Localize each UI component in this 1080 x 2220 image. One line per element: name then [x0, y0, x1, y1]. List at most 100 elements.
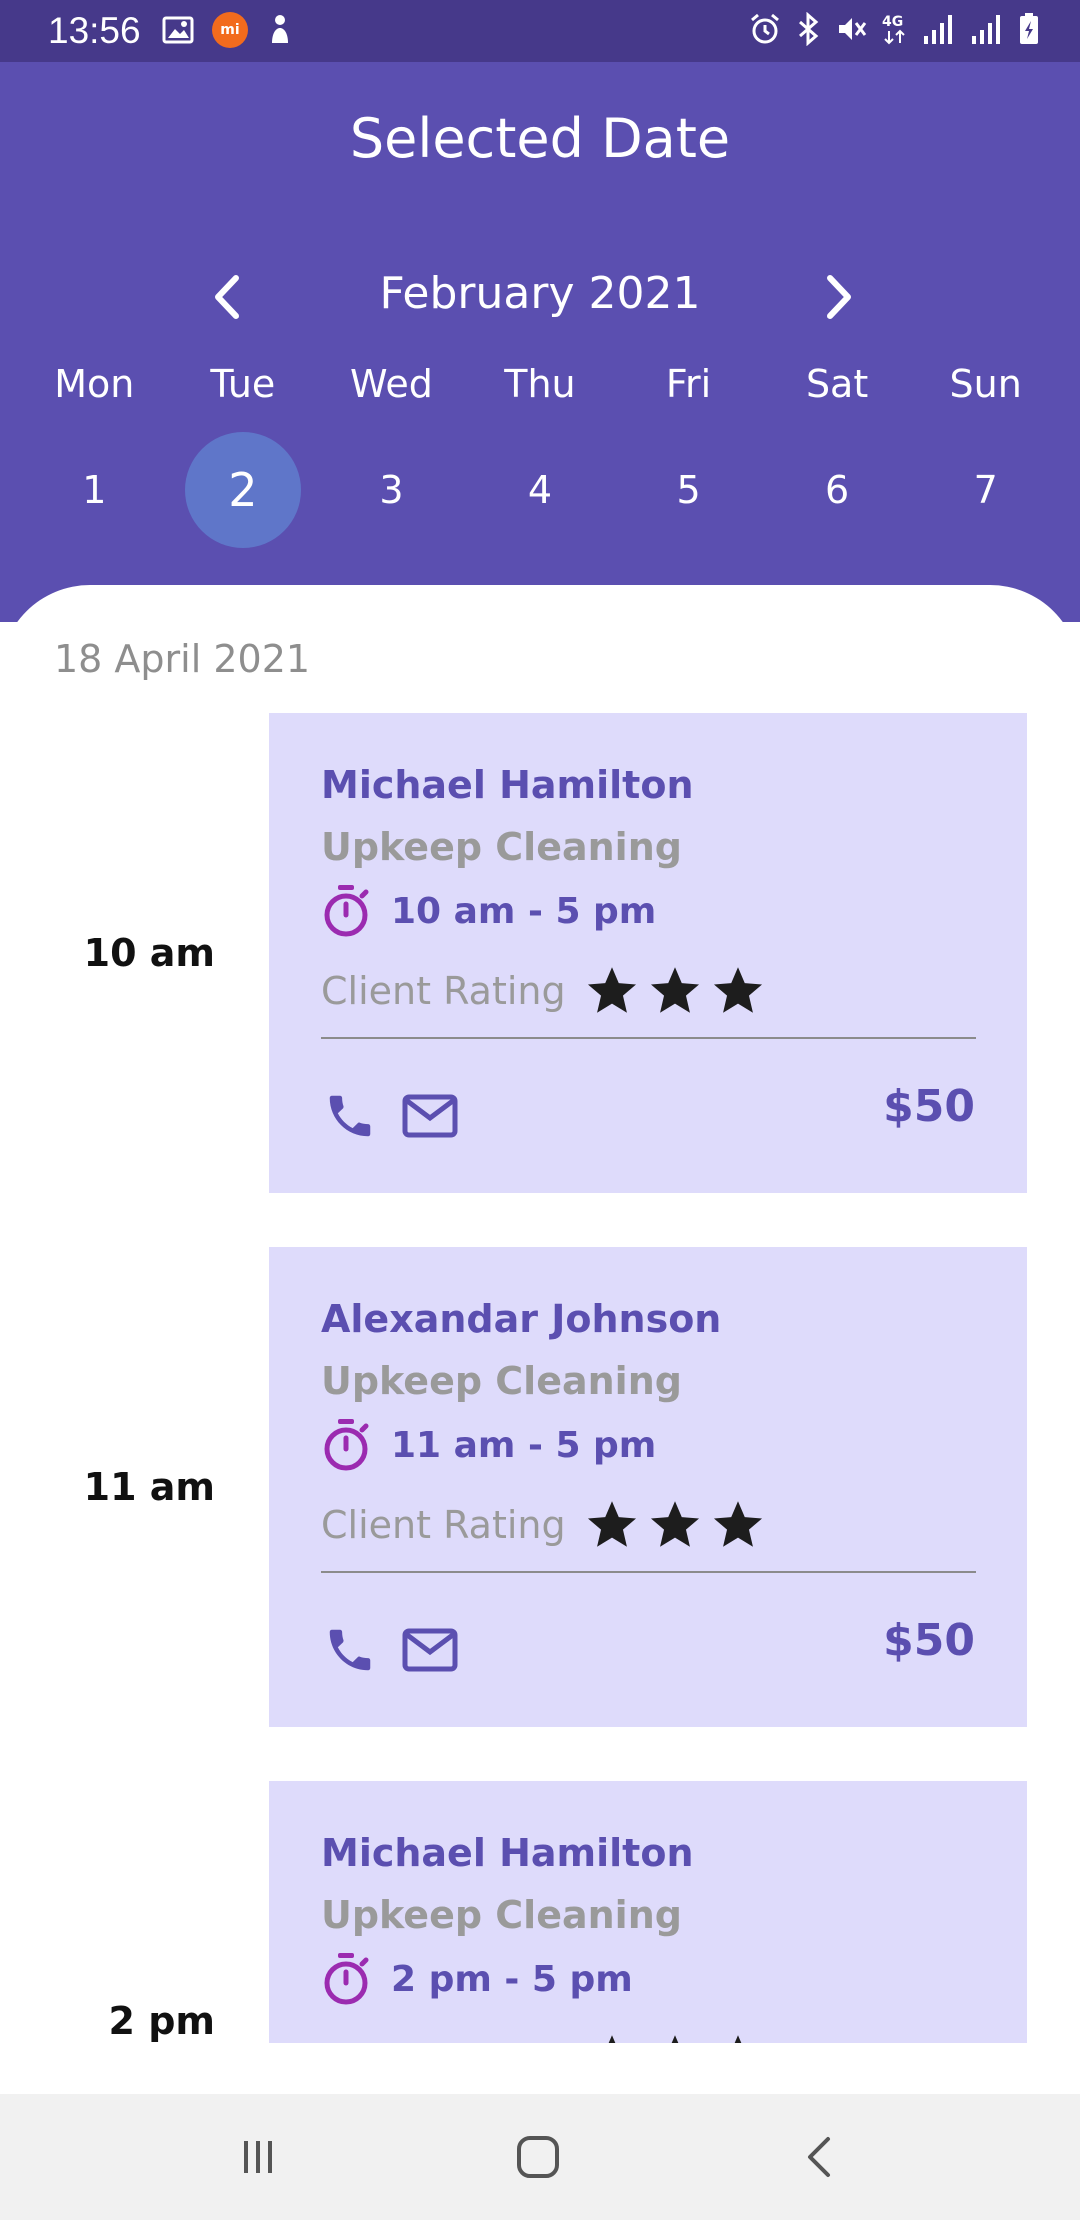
hours-row: 2 pm - 5 pm [321, 1951, 633, 2007]
star-icon [650, 1501, 699, 1547]
status-right-icons: 4G [748, 12, 1040, 46]
appointment-price: $50 [883, 1081, 975, 1132]
day-button[interactable]: 5 [631, 432, 747, 548]
hours-row: 11 am - 5 pm [321, 1417, 656, 1473]
day-button[interactable]: 7 [928, 432, 1044, 548]
email-button[interactable] [401, 1087, 459, 1145]
appointment-row: 10 am Michael Hamilton Upkeep Cleaning 1… [0, 713, 1080, 1193]
email-button[interactable] [401, 1621, 459, 1679]
weekday-label: Wed [349, 362, 433, 406]
appointment-card[interactable]: Alexandar Johnson Upkeep Cleaning 11 am … [269, 1247, 1027, 1727]
appointment-row: 2 pm Michael Hamilton Upkeep Cleaning 2 … [0, 1781, 1080, 2043]
next-month-button[interactable] [803, 262, 873, 332]
day-button[interactable]: 6 [779, 432, 895, 548]
star-icon [650, 967, 699, 1013]
contact-actions [321, 1087, 459, 1145]
timer-icon [324, 885, 369, 937]
timer-icon [324, 1419, 369, 1471]
star-icon [713, 967, 762, 1013]
client-name: Alexandar Johnson [321, 1297, 722, 1341]
appointment-time: 11 am [83, 1465, 215, 1509]
appointment-card[interactable]: Michael Hamilton Upkeep Cleaning 2 pm - … [269, 1781, 1027, 2043]
page-title: Selected Date [349, 107, 731, 170]
phone-icon [329, 1095, 371, 1137]
home-icon [517, 2136, 559, 2178]
appointment-card[interactable]: Michael Hamilton Upkeep Cleaning 10 am -… [269, 713, 1027, 1193]
weekday-label: Fri [665, 362, 712, 406]
day-button[interactable]: 1 [36, 432, 152, 548]
recent-apps-icon [244, 2141, 272, 2173]
appointment-hours: 11 am - 5 pm [391, 1424, 657, 1466]
status-bar: 13:56 mi 4G [0, 0, 1080, 62]
signal-icon [972, 15, 1000, 44]
star-icon [587, 967, 636, 1013]
month-navigator: February 2021 [0, 262, 1080, 332]
hours-row: 10 am - 5 pm [321, 883, 656, 939]
appointment-time: 10 am [83, 931, 215, 975]
back-icon [808, 2137, 830, 2177]
star-icon [734, 2035, 741, 2043]
chevron-right-icon [827, 275, 851, 319]
mail-icon [402, 1094, 458, 1138]
phone-icon [329, 1629, 371, 1671]
card-divider [321, 1571, 976, 1573]
star-icon [587, 1501, 636, 1547]
service-name: Upkeep Cleaning [321, 1359, 682, 1403]
day-column: Fri 5 [614, 362, 763, 548]
rating-label: Client Rating [321, 969, 566, 1013]
home-button[interactable] [508, 2127, 568, 2187]
client-rating: Client Rating [321, 1497, 773, 1553]
star-icon [671, 2035, 678, 2043]
system-nav-bar [0, 2094, 1080, 2220]
mute-icon [839, 18, 867, 40]
service-name: Upkeep Cleaning [321, 1893, 682, 1937]
schedule-sheet[interactable]: 18 April 2021 10 am Michael Hamilton Upk… [0, 585, 1080, 2095]
svg-text:4G: 4G [882, 14, 903, 30]
rating-label: Client Rating [321, 1503, 566, 1547]
4g-icon: 4G [882, 14, 905, 45]
weekday-label: Mon [54, 362, 135, 406]
rating-label: Client Rating [321, 2037, 566, 2043]
day-button[interactable]: 4 [482, 432, 598, 548]
mail-icon [402, 1628, 458, 1672]
week-strip: Mon 1 Tue 2 Wed 3 Thu 4 Fri 5 Sat 6 Sun … [20, 362, 1060, 548]
day-column: Sat 6 [763, 362, 912, 548]
appointment-hours: 10 am - 5 pm [391, 890, 657, 932]
day-column: Mon 1 [20, 362, 169, 548]
day-column: Wed 3 [317, 362, 466, 548]
appointment-row: 11 am Alexandar Johnson Upkeep Cleaning … [0, 1247, 1080, 1727]
signal-icon [924, 15, 952, 44]
day-column: Sun 7 [911, 362, 1060, 548]
call-button[interactable] [321, 1621, 379, 1679]
schedule-date-heading: 18 April 2021 [54, 637, 311, 681]
day-column: Tue 2 [169, 362, 318, 548]
mi-icon: mi [212, 12, 248, 48]
status-left-icons: mi [162, 12, 294, 48]
client-rating: Client Rating [321, 963, 773, 1019]
mi-label: mi [220, 22, 240, 38]
client-rating: Client Rating [321, 2031, 773, 2043]
battery-charging-icon [1020, 13, 1038, 44]
service-name: Upkeep Cleaning [321, 825, 682, 869]
appointment-price: $50 [883, 1615, 975, 1666]
timer-icon [324, 1953, 369, 2005]
call-button[interactable] [321, 1087, 379, 1145]
card-divider [321, 1037, 976, 1039]
appointment-hours: 2 pm - 5 pm [391, 1958, 633, 2000]
day-button[interactable]: 3 [333, 432, 449, 548]
notification-figure-icon [272, 15, 288, 43]
star-icon [713, 1501, 762, 1547]
appointment-time: 2 pm [108, 1999, 215, 2043]
calendar-header: Selected Date February 2021 Mon 1 Tue 2 … [0, 62, 1080, 622]
day-column: Thu 4 [466, 362, 615, 548]
recent-apps-button[interactable] [228, 2127, 288, 2187]
back-button[interactable] [790, 2127, 850, 2187]
weekday-label: Sun [949, 362, 1022, 406]
client-name: Michael Hamilton [321, 1831, 694, 1875]
alarm-icon [751, 13, 779, 44]
day-button-selected[interactable]: 2 [184, 432, 301, 548]
gallery-icon [162, 16, 194, 44]
month-label: February 2021 [379, 268, 701, 319]
contact-actions [321, 1621, 459, 1679]
weekday-label: Sat [805, 362, 869, 406]
